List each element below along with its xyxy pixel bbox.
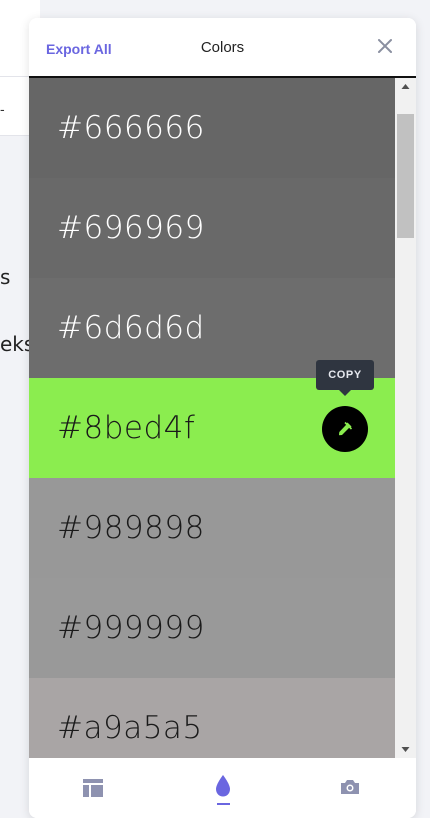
color-hex-label: #989898: [57, 510, 205, 546]
color-hex-label: #666666: [57, 110, 205, 146]
layout-icon: [83, 779, 103, 797]
background-text-1: s: [0, 265, 11, 289]
close-button[interactable]: [375, 36, 395, 56]
copy-tooltip: COPY: [316, 360, 374, 396]
colors-popup: Export All Colors #666666 #696969 #6d6d6…: [29, 18, 416, 818]
nav-layout[interactable]: [63, 758, 123, 818]
color-row[interactable]: #a9a5a5: [29, 678, 395, 758]
scroll-up-button[interactable]: [395, 78, 416, 95]
nav-camera[interactable]: [320, 758, 380, 818]
bottom-nav: [29, 758, 416, 818]
scrollbar-thumb[interactable]: [397, 114, 414, 238]
color-hex-label: #696969: [57, 210, 205, 246]
camera-icon: [341, 780, 359, 794]
scroll-down-button[interactable]: [395, 741, 416, 758]
scrollbar[interactable]: [395, 78, 416, 758]
color-hex-label: #a9a5a5: [57, 710, 203, 746]
copy-color-button[interactable]: [322, 406, 368, 452]
color-hex-label: #6d6d6d: [57, 310, 205, 346]
page-title: Colors: [200, 39, 245, 56]
color-row[interactable]: #696969: [29, 178, 395, 278]
color-row[interactable]: #989898: [29, 478, 395, 578]
color-row[interactable]: #999999: [29, 578, 395, 678]
scroll-up-arrow-icon: [401, 84, 410, 89]
eyedropper-icon: [339, 421, 353, 436]
color-list: #666666 #696969 #6d6d6d #8bed4f #989898 …: [29, 78, 395, 758]
background-dash: -: [0, 101, 5, 117]
color-hex-label: #999999: [57, 610, 205, 646]
color-hex-label: #8bed4f: [57, 410, 196, 446]
close-icon: [378, 39, 392, 53]
active-tab-indicator: [217, 803, 230, 805]
color-row[interactable]: #666666: [29, 78, 395, 178]
drop-icon: [216, 775, 230, 797]
popup-header: Export All Colors: [29, 18, 416, 78]
scroll-down-arrow-icon: [401, 747, 410, 752]
nav-colors[interactable]: [193, 758, 253, 818]
